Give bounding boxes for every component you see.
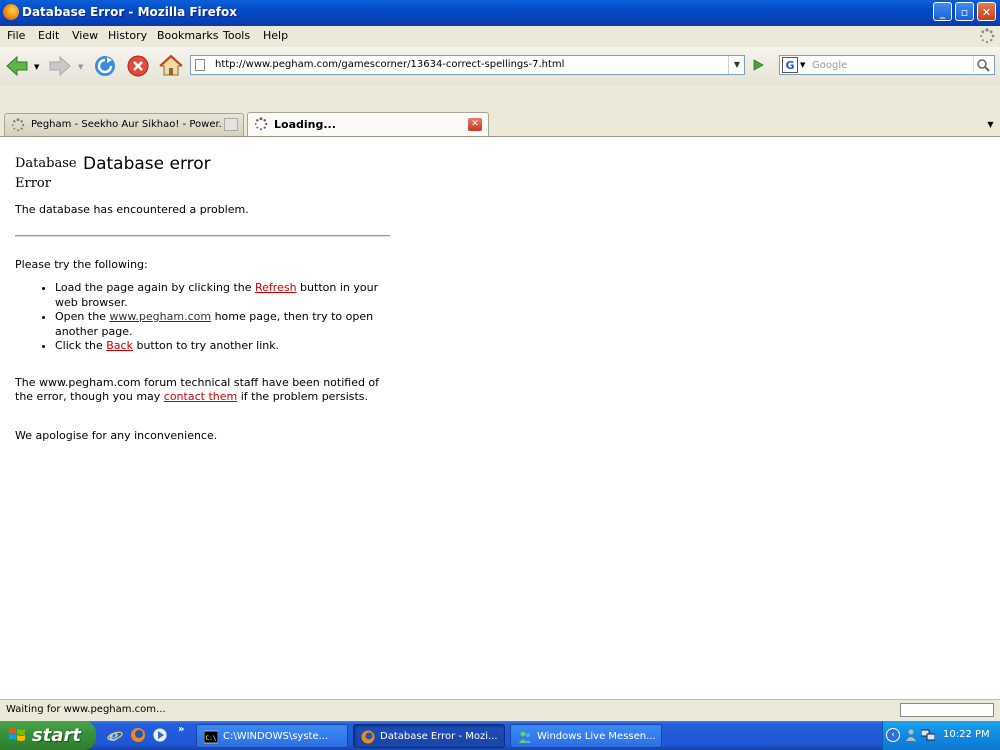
menu-file[interactable]: File <box>7 29 25 42</box>
system-tray: ‹ 10:22 PM <box>882 721 1000 750</box>
google-engine-icon[interactable]: G <box>782 57 798 73</box>
menu-help[interactable]: Help <box>263 29 288 42</box>
start-label: start <box>32 725 81 746</box>
svg-text:C:\: C:\ <box>206 735 217 742</box>
suggestion-text: Load the page again by clicking the <box>55 281 256 294</box>
contact-link[interactable]: contact them <box>164 390 237 403</box>
list-item: Click the Back button to try another lin… <box>55 339 386 354</box>
command-prompt-icon: C:\ <box>204 730 218 744</box>
stop-icon[interactable] <box>125 53 151 79</box>
url-field[interactable]: http://www.pegham.com/gamescorner/13634-… <box>190 55 745 75</box>
menu-edit[interactable]: Edit <box>38 29 59 42</box>
window-title: Database Error - Mozilla Firefox <box>22 5 237 19</box>
firefox-quicklaunch-icon[interactable] <box>130 727 146 743</box>
suggestion-text: Open the <box>55 310 110 323</box>
engine-dropdown-icon[interactable]: ▼ <box>800 61 805 69</box>
suggestion-text: button to try another link. <box>132 339 280 352</box>
title-bar: Database Error - Mozilla Firefox _ ▫ ✕ <box>0 0 1000 26</box>
media-player-icon[interactable] <box>152 727 168 743</box>
throbber-icon <box>980 28 995 44</box>
divider <box>15 235 390 237</box>
taskbar-label: Database Error - Mozi... <box>380 731 498 742</box>
search-icon[interactable] <box>973 57 992 73</box>
back-link[interactable]: Back <box>106 339 133 352</box>
list-item: Load the page again by clicking the Refr… <box>55 281 386 310</box>
refresh-link[interactable]: Refresh <box>255 281 297 294</box>
taskbar-label: C:\WINDOWS\syste... <box>223 731 329 742</box>
error-intro: The database has encountered a problem. <box>15 203 249 216</box>
internet-explorer-icon[interactable]: e <box>107 727 123 743</box>
go-arrow-icon[interactable] <box>750 56 766 74</box>
tab-strip: Pegham - Seekho Aur Sikhao! - Power... L… <box>0 109 1000 137</box>
logo-alt-text: Database Error <box>15 156 77 191</box>
network-icon[interactable] <box>921 728 935 742</box>
close-window-button[interactable]: ✕ <box>977 2 996 21</box>
tab-list-dropdown-icon[interactable]: ▼ <box>984 116 997 134</box>
menu-tools[interactable]: Tools <box>223 29 250 42</box>
page-title: Database error <box>83 154 211 174</box>
menu-history[interactable]: History <box>108 29 147 42</box>
messenger-tray-icon[interactable] <box>904 728 918 742</box>
back-history-dropdown-icon[interactable]: ▼ <box>34 63 39 71</box>
tab-loading[interactable]: Loading... ✕ <box>247 112 489 136</box>
loading-spinner-icon <box>254 117 268 131</box>
back-arrow-icon[interactable] <box>4 53 30 79</box>
quicklaunch-more-icon[interactable]: » <box>178 724 184 735</box>
status-bar: Waiting for www.pegham.com... <box>0 699 1000 721</box>
minimize-button[interactable]: _ <box>933 2 952 21</box>
loading-spinner-icon <box>11 118 25 132</box>
menu-view[interactable]: View <box>72 29 98 42</box>
homepage-link[interactable]: www.pegham.com <box>109 310 211 323</box>
tab-pegham[interactable]: Pegham - Seekho Aur Sikhao! - Power... <box>4 113 244 136</box>
bookmarks-toolbar <box>0 85 1000 110</box>
search-placeholder: Google <box>812 60 848 71</box>
maximize-button[interactable]: ▫ <box>955 2 974 21</box>
tab-close-icon[interactable] <box>224 118 238 131</box>
forward-arrow-icon[interactable] <box>47 53 73 79</box>
page-content: Database Error Database error The databa… <box>0 137 1000 699</box>
tab-close-icon[interactable]: ✕ <box>468 118 482 131</box>
menu-bookmarks[interactable]: Bookmarks <box>157 29 218 42</box>
show-hidden-icons-chevron-icon[interactable]: ‹ <box>886 728 900 742</box>
page-icon <box>195 59 205 71</box>
try-heading: Please try the following: <box>15 258 148 271</box>
tab-label: Pegham - Seekho Aur Sikhao! - Power... <box>31 119 221 130</box>
taskbar-item-messenger[interactable]: Windows Live Messen... <box>510 724 662 748</box>
tab-label: Loading... <box>274 118 336 131</box>
taskbar: start e » C:\ C:\WINDOWS\syste... Databa… <box>0 721 1000 750</box>
forward-history-dropdown-icon[interactable]: ▼ <box>78 63 83 71</box>
search-input[interactable]: G ▼ Google <box>779 55 995 75</box>
url-text[interactable]: http://www.pegham.com/gamescorner/13634-… <box>215 59 564 70</box>
clock: 10:22 PM <box>943 729 990 740</box>
taskbar-item-cmd[interactable]: C:\ C:\WINDOWS\syste... <box>196 724 348 748</box>
firefox-icon <box>3 4 19 20</box>
list-item: Open the www.pegham.com home page, then … <box>55 310 386 339</box>
apology-text: We apologise for any inconvenience. <box>15 429 218 442</box>
suggestion-list: Load the page again by clicking the Refr… <box>26 281 386 354</box>
home-icon[interactable] <box>158 53 184 79</box>
reload-icon[interactable] <box>92 53 118 79</box>
menu-bar: File Edit View History Bookmarks Tools H… <box>0 26 1000 47</box>
suggestion-text: Click the <box>55 339 107 352</box>
status-text: Waiting for www.pegham.com... <box>6 704 166 715</box>
url-dropdown-icon[interactable]: ▼ <box>728 56 745 74</box>
start-button[interactable]: start <box>0 721 96 750</box>
progress-meter <box>900 703 994 717</box>
navigation-toolbar: ▼ ▼ http://www.pegham.com/gamescorner/13… <box>0 47 1000 86</box>
taskbar-label: Windows Live Messen... <box>537 731 656 742</box>
messenger-icon <box>519 731 531 743</box>
windows-flag-icon <box>9 728 25 741</box>
notified-text: if the problem persists. <box>237 390 369 403</box>
notified-paragraph: The www.pegham.com forum technical staff… <box>15 376 395 404</box>
taskbar-item-firefox[interactable]: Database Error - Mozi... <box>353 724 505 748</box>
firefox-icon <box>361 730 375 744</box>
